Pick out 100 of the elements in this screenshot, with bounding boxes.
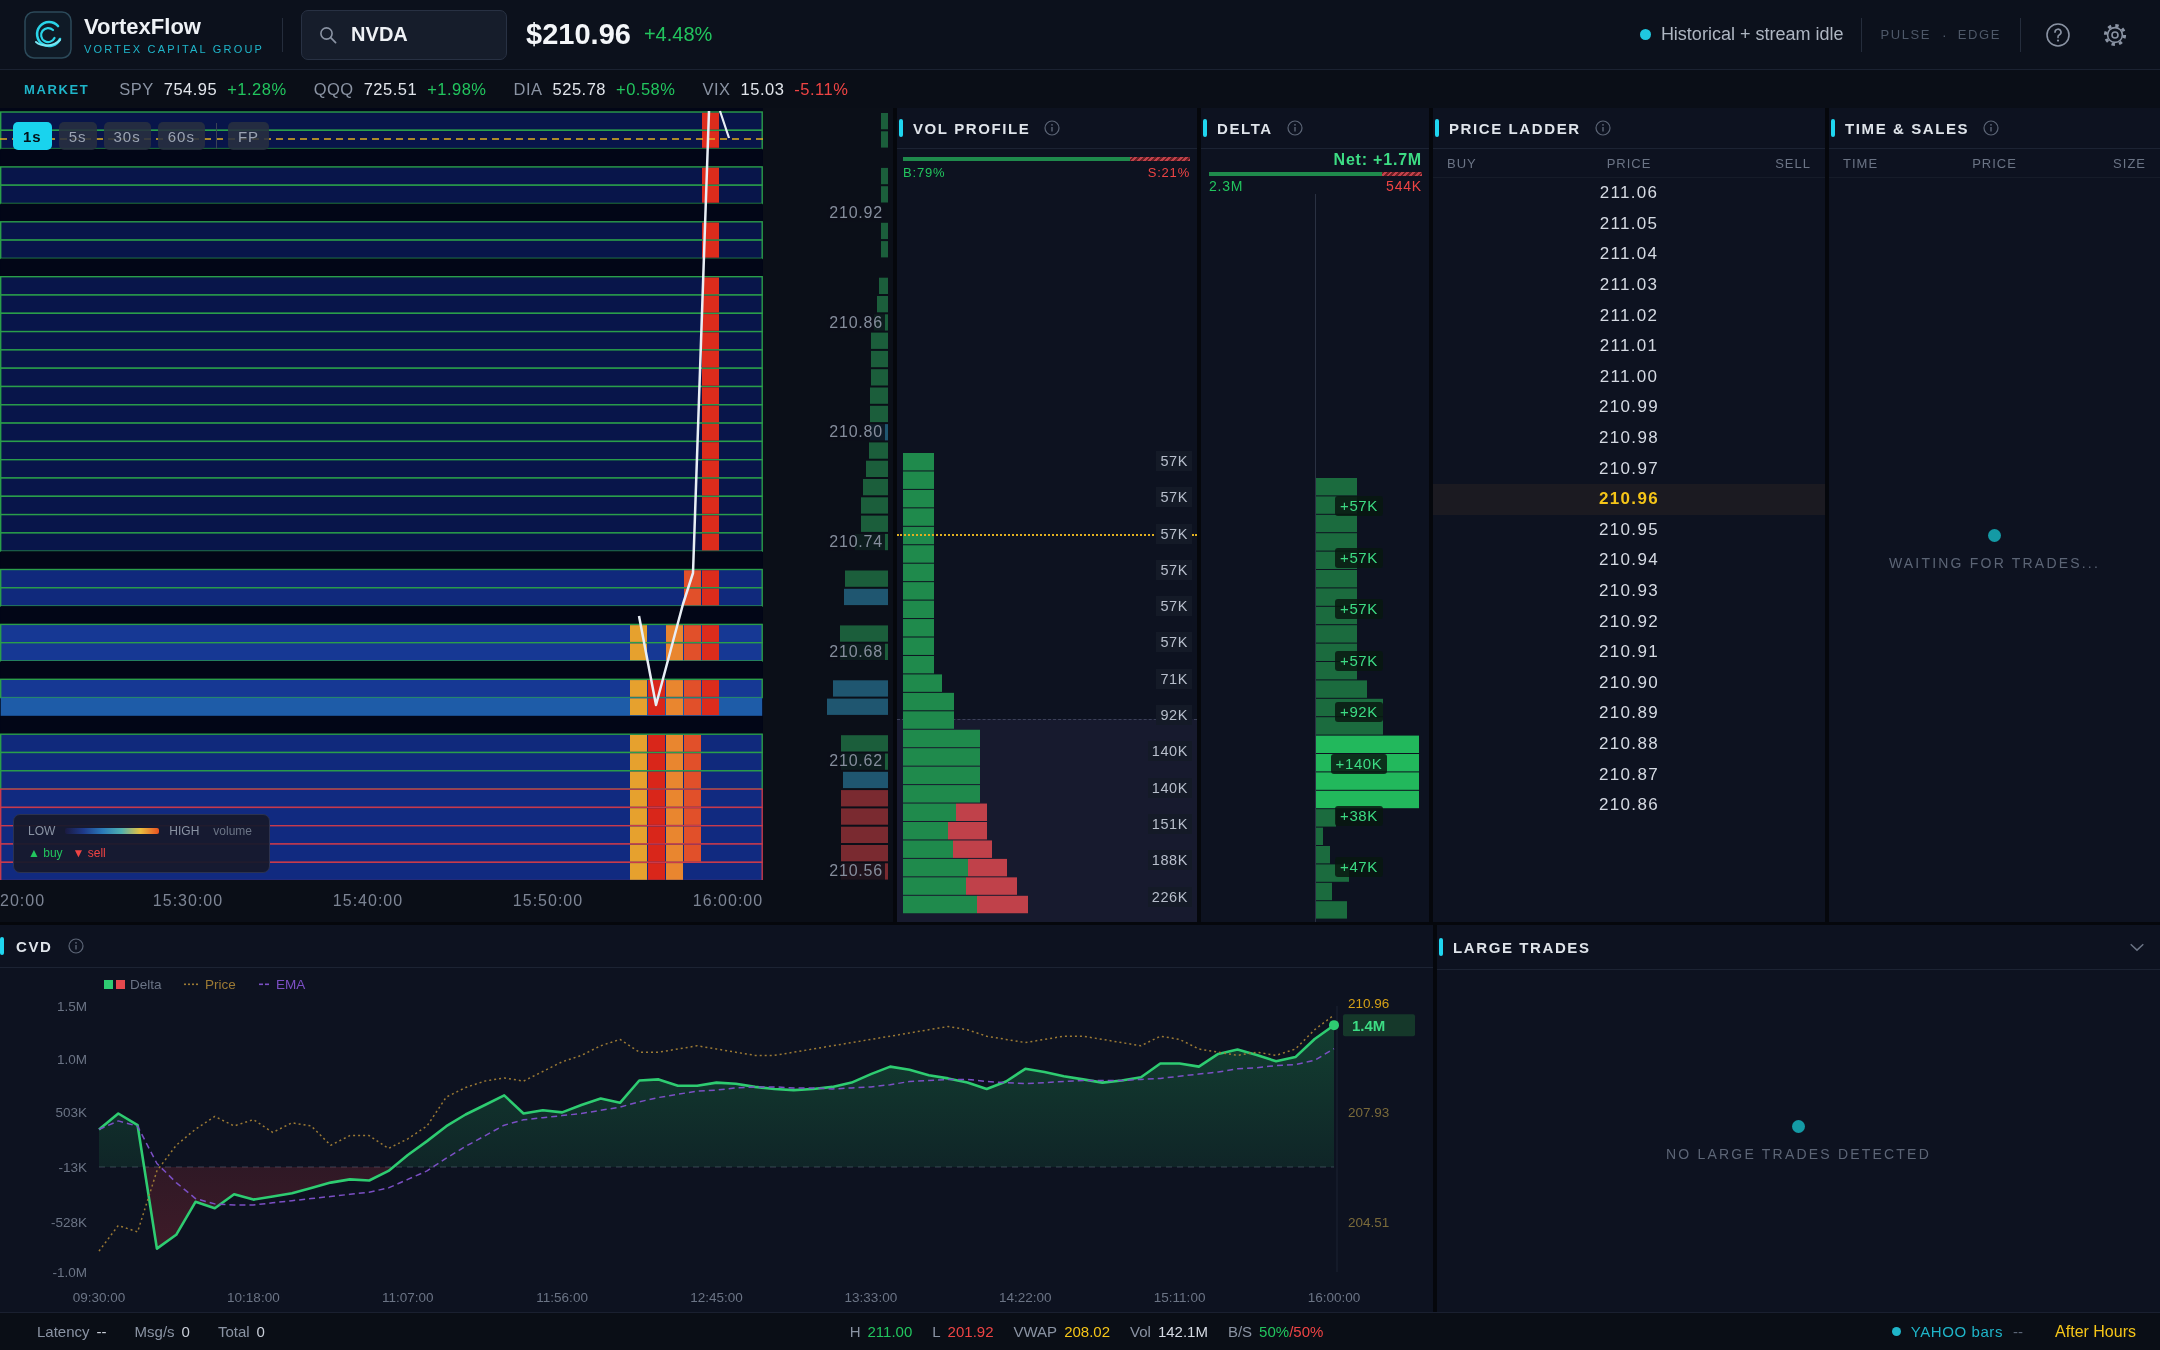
legend-line-icon [259,983,269,986]
price-row[interactable]: 210.98 [1433,422,1825,454]
ticker-symbol: DIA [513,79,543,99]
sell-volume-total: 544K [1386,178,1422,194]
info-icon[interactable] [1594,120,1611,136]
price-row[interactable]: 210.89 [1433,698,1825,729]
time-axis-label: 15:40:00 [332,892,404,910]
y-axis-label: -528K [50,1214,87,1230]
x-axis-label: 13:33:00 [844,1290,898,1305]
price-row[interactable]: 210.86 [1433,789,1825,821]
time-axis-label: 15:30:00 [152,892,224,910]
price-row[interactable]: 210.91 [1433,636,1825,668]
stat-label: VWAP [1013,1323,1058,1340]
panel-marker-icon [899,119,903,137]
price-row[interactable]: 211.06 [1433,178,1825,209]
price-row[interactable]: 211.05 [1433,208,1825,240]
legend-label: Delta [130,977,162,992]
data-source: YAHOO bars [1910,1323,2004,1340]
panel-marker-icon [1439,938,1443,956]
settings-icon[interactable] [2102,21,2128,48]
net-delta: Net: +1.7M [1333,151,1422,169]
panel-title: CVD [16,937,53,955]
stat-label: B/S [1227,1323,1253,1340]
price-row[interactable]: 211.04 [1433,239,1825,270]
buy-share: 50% [1259,1323,1290,1340]
price-row[interactable]: 210.90 [1433,667,1825,699]
help-icon[interactable] [2045,21,2071,48]
panel-title: PRICE LADDER [1449,119,1581,137]
market-label: MARKET [24,81,90,97]
empty-state-message: NO LARGE TRADES DETECTED [1666,1146,1931,1162]
volume-label: 92K [1156,705,1192,726]
metric-value: 0 [256,1323,265,1340]
legend-label: Price [205,977,236,992]
volume-label: 188K [1147,850,1192,871]
volume-label: 140K [1147,741,1192,762]
column-header: PRICE [1972,155,2017,171]
x-axis-label: 11:07:00 [381,1290,434,1305]
price-row[interactable]: 211.03 [1433,269,1825,301]
metric-value: 0 [181,1323,190,1340]
info-icon[interactable] [1044,120,1061,136]
price-row[interactable]: 210.99 [1433,392,1825,423]
price-row[interactable]: 210.87 [1433,759,1825,790]
info-icon[interactable] [1286,120,1303,136]
ticker-symbol: SPY [119,79,154,99]
ticker-price: 725.51 [363,79,418,99]
column-header: PRICE [1606,155,1652,171]
x-axis-label: 15:11:00 [1153,1290,1206,1305]
time-axis-label: 20:00 [0,892,46,910]
volume-label: 57K [1156,632,1192,653]
y-axis-label: -1.0M [52,1265,87,1280]
price-row[interactable]: 211.02 [1433,300,1825,331]
price-row[interactable]: 210.88 [1433,728,1825,760]
ratio-separator: / [1289,1323,1294,1340]
panel-title: DELTA [1217,119,1273,137]
price-axis-label: 204.51 [1348,1214,1390,1230]
panel-marker-icon [1203,119,1207,137]
column-header: BUY [1447,155,1477,171]
price-row[interactable]: 211.00 [1433,361,1825,393]
legend-label: EMA [276,977,306,992]
price-row[interactable]: 210.92 [1433,606,1825,637]
ticker-price: 15.03 [740,79,785,99]
time-axis-label: 16:00:00 [692,892,764,910]
metric-label: Latency [37,1323,90,1340]
volume-label: 71K [1156,668,1192,689]
metric-label: Msg/s [134,1323,175,1340]
brand-name: VortexFlow [84,13,202,40]
search-icon [319,25,338,44]
price-row[interactable]: 211.01 [1433,330,1825,362]
panel-marker-icon [0,937,4,955]
sell-ratio-label: S:21% [1147,165,1190,181]
price-row[interactable]: 210.97 [1433,453,1825,484]
ticker-change: +1.98% [427,79,487,99]
stat-label: L [932,1323,941,1340]
column-header: SIZE [2113,155,2146,171]
ticker-change: +1.28% [227,79,287,99]
price-row[interactable]: 210.93 [1433,575,1825,607]
volume-label: 57K [1156,523,1192,544]
last-value-badge: 1.4M [1343,1014,1415,1037]
price-row[interactable]: 210.95 [1433,514,1825,546]
stat-value: 142.1M [1157,1323,1208,1340]
quote-change: +4.48% [643,23,713,46]
search-field[interactable]: NVDA [301,9,508,60]
source-value: -- [2013,1323,2024,1340]
price-row[interactable]: 210.96 [1433,483,1825,515]
price-axis-label: 207.93 [1348,1105,1390,1121]
metric-label: Total [217,1323,250,1340]
status-dot-icon [1639,29,1651,40]
stat-label: Vol [1130,1323,1151,1340]
volume-label: 57K [1156,559,1192,580]
buy-ratio-label: B:79% [903,165,946,181]
x-axis-label: 12:45:00 [690,1290,743,1305]
column-header: SELL [1775,155,1811,171]
column-header: TIME [1843,155,1879,171]
price-row[interactable]: 210.94 [1433,545,1825,576]
x-axis-label: 16:00:00 [1307,1290,1361,1305]
info-icon[interactable] [68,938,85,954]
volume-label: 57K [1156,596,1192,617]
info-icon[interactable] [1983,120,2000,136]
x-axis-label: 10:18:00 [227,1290,280,1305]
logo-icon [24,10,72,59]
